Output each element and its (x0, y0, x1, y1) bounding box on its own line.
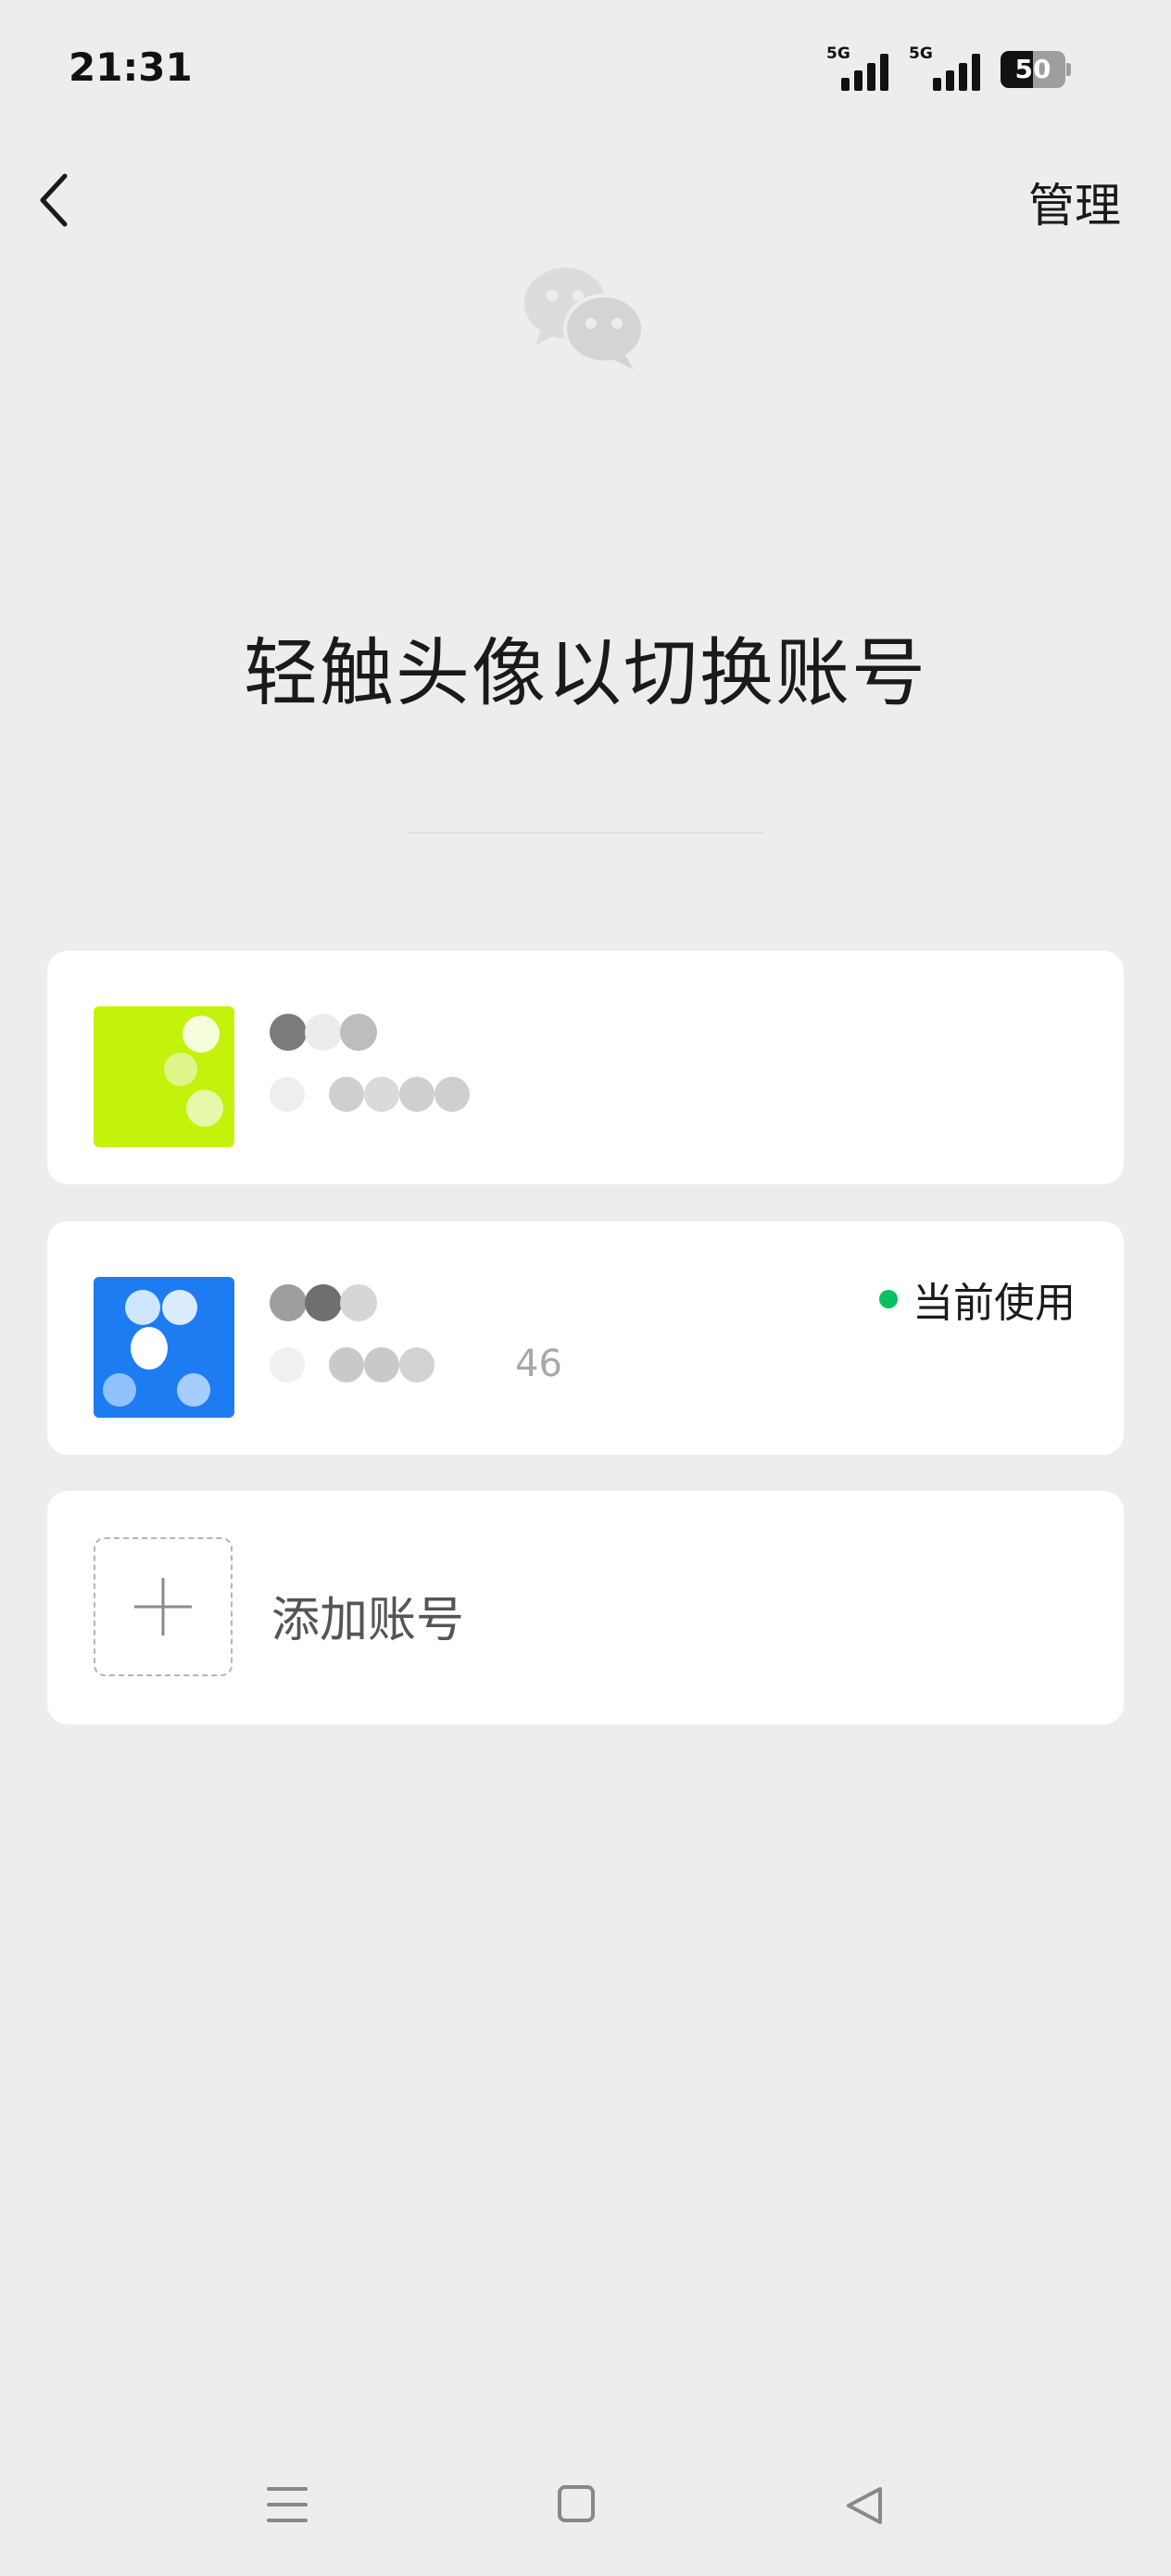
current-account-badge: 当前使用 (879, 1269, 1076, 1329)
account-id-suffix: 46 (515, 1343, 562, 1385)
add-account-box[interactable] (94, 1537, 233, 1676)
status-time: 21:31 (69, 44, 193, 90)
battery-level: 50 (1014, 54, 1051, 84)
add-account-label: 添加账号 (271, 1593, 465, 1648)
wechat-logo-icon (521, 264, 650, 375)
account-card[interactable] (47, 951, 1124, 1184)
back-triangle-icon[interactable] (843, 2483, 888, 2528)
switch-account-hint: 轻触头像以切换账号 (244, 630, 927, 716)
add-account-button[interactable]: 添加账号 (47, 1491, 1124, 1724)
account-name-obscured (270, 1277, 418, 1323)
current-label: 当前使用 (913, 1280, 1076, 1327)
menu-icon[interactable] (267, 2483, 308, 2526)
manage-button[interactable]: 管理 (1028, 169, 1121, 235)
account-name-obscured (270, 1006, 418, 1053)
divider (408, 832, 763, 834)
home-icon[interactable] (558, 2485, 595, 2522)
system-navigation-bar (0, 2465, 1171, 2539)
account-card[interactable]: 46 当前使用 (47, 1221, 1124, 1455)
status-icons: 5G 5G 50 (826, 44, 1071, 91)
signal-icon: 5G (909, 44, 980, 91)
signal-icon: 5G (826, 44, 888, 91)
network-type-label: 5G (826, 44, 850, 63)
avatar[interactable] (94, 1277, 234, 1418)
battery-icon: 50 (1001, 51, 1071, 88)
plus-icon (134, 1578, 192, 1635)
avatar[interactable] (94, 1006, 234, 1147)
account-id-obscured (270, 1069, 566, 1116)
back-arrow-icon (40, 173, 68, 227)
network-type-label: 5G (909, 44, 933, 63)
back-button[interactable] (31, 167, 87, 232)
active-dot-icon (879, 1290, 898, 1308)
